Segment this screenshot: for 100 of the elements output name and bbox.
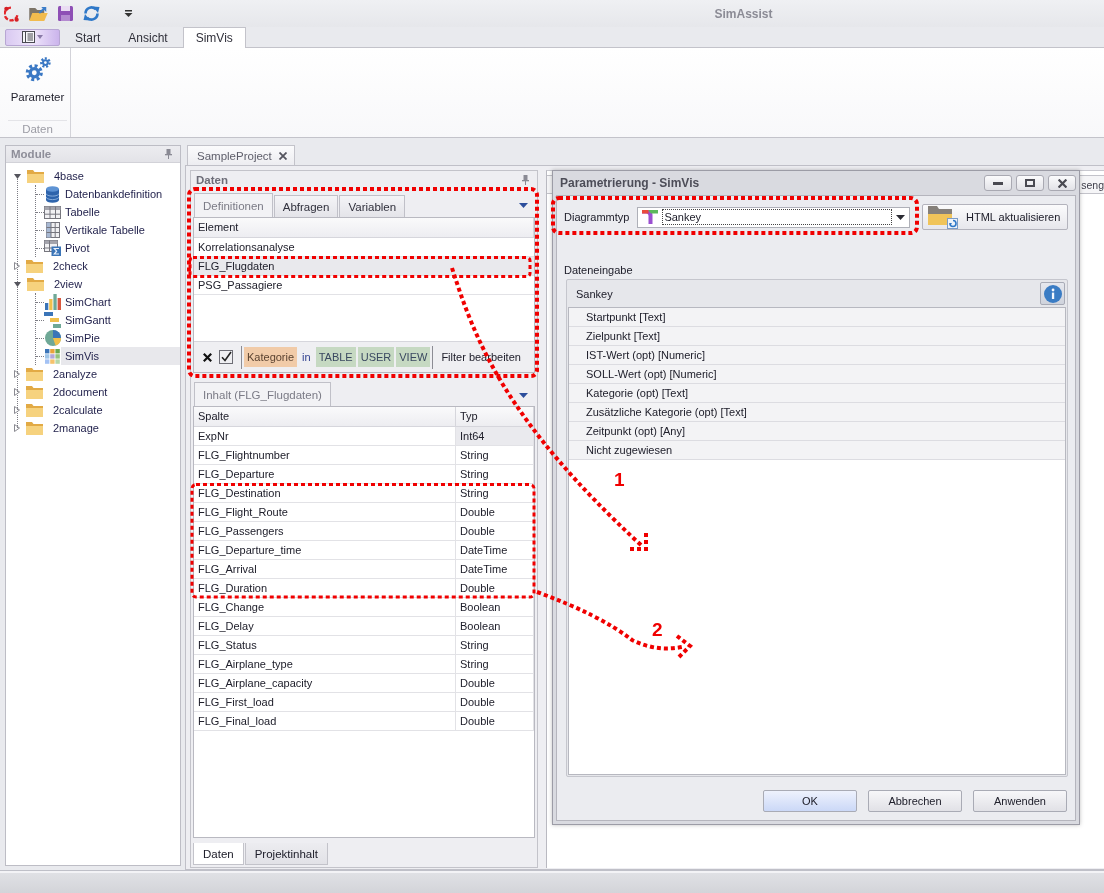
table-cell: String xyxy=(456,465,534,484)
tree-item[interactable]: 2manage xyxy=(49,419,103,437)
tree-item[interactable]: Vertikale Tabelle xyxy=(61,221,180,239)
panel-tab[interactable]: Projektinhalt xyxy=(244,843,328,865)
save-icon[interactable] xyxy=(58,6,73,21)
table-cell: FLG_Flightnumber xyxy=(194,446,456,465)
app-logo-icon[interactable] xyxy=(4,5,19,22)
pin-icon[interactable] xyxy=(165,149,172,159)
tree-item[interactable]: SimPie xyxy=(61,329,180,347)
gantt-chart-icon xyxy=(44,312,61,328)
chart-type-dropdown[interactable]: Sankey xyxy=(637,206,910,228)
panel-title: Daten xyxy=(196,173,228,186)
tree-item[interactable]: 2analyze xyxy=(49,365,102,383)
table-cell: FLG_Airplane_type xyxy=(194,655,456,674)
info-icon xyxy=(1043,284,1062,303)
refresh-icon[interactable] xyxy=(83,6,100,21)
field-item[interactable]: Kategorie (opt) [Text] xyxy=(569,384,1065,403)
app-menu-button[interactable] xyxy=(5,28,60,46)
annotation-number: 1 xyxy=(614,470,625,489)
dialog-title: Parametrierung - SimVis xyxy=(560,176,700,190)
caret-icon[interactable] xyxy=(124,10,133,17)
field-item[interactable]: Zusätzliche Kategorie (opt) [Text] xyxy=(569,403,1065,422)
field-item[interactable]: SOLL-Wert (opt) [Numeric] xyxy=(569,365,1065,384)
ribbon-button[interactable]: Parameter xyxy=(8,54,67,106)
ribbon-tab[interactable]: Ansicht xyxy=(115,27,181,47)
document-tab-label: SampleProject xyxy=(197,149,272,162)
field-item[interactable]: IST-Wert (opt) [Numeric] xyxy=(569,346,1065,365)
close-button[interactable] xyxy=(1048,175,1076,191)
caret-right-icon[interactable] xyxy=(14,424,20,432)
tree-item[interactable]: 2check xyxy=(49,257,92,275)
column-header[interactable]: Spalte xyxy=(194,407,456,427)
caret-right-icon[interactable] xyxy=(14,262,20,270)
tree-item[interactable]: 2document xyxy=(49,383,112,401)
folder-icon xyxy=(26,367,43,381)
field-item[interactable]: Startpunkt [Text] xyxy=(569,308,1065,327)
tab-label: seng xyxy=(1081,178,1104,191)
field-item[interactable]: Zeitpunkt (opt) [Any] xyxy=(569,422,1065,441)
table-cell: DateTime xyxy=(456,541,534,560)
caret-right-icon[interactable] xyxy=(14,406,20,414)
column-header[interactable]: Typ xyxy=(456,407,534,427)
table-cell: FLG_First_load xyxy=(194,693,456,712)
tree-item[interactable]: Pivot xyxy=(61,239,180,257)
column-header[interactable]: Element xyxy=(194,218,534,238)
ribbon-tab[interactable]: Start xyxy=(62,27,114,47)
tree-item[interactable]: SimGantt xyxy=(61,311,180,329)
panel-tab[interactable]: Variablen xyxy=(339,195,406,217)
gears-icon xyxy=(24,57,51,82)
folder-icon xyxy=(26,385,43,399)
minimize-button[interactable] xyxy=(984,175,1012,191)
field-item[interactable]: Nicht zugewiesen xyxy=(569,441,1065,460)
open-folder-icon[interactable] xyxy=(29,6,48,21)
tree-item[interactable]: 2view xyxy=(50,275,87,293)
dialog-button[interactable]: OK xyxy=(763,790,857,812)
caret-right-icon[interactable] xyxy=(14,370,20,378)
tree-item[interactable]: SimChart xyxy=(61,293,180,311)
table-cell: FLG_Departure xyxy=(194,465,456,484)
clear-filter-icon[interactable] xyxy=(203,352,212,362)
panel-tab[interactable]: Daten xyxy=(193,843,244,865)
close-icon[interactable] xyxy=(279,151,287,160)
info-button[interactable] xyxy=(1040,282,1065,305)
table-icon xyxy=(45,222,60,238)
maximize-button[interactable] xyxy=(1016,175,1044,191)
panel-tab[interactable]: Abfragen xyxy=(273,195,339,217)
caret-right-icon[interactable] xyxy=(14,388,20,396)
dropdown-arrow-icon[interactable] xyxy=(519,202,528,208)
table-cell: Double xyxy=(456,693,534,712)
minimize-icon xyxy=(993,181,1003,185)
group-title: Sankey xyxy=(576,287,613,300)
caret-down-icon[interactable] xyxy=(14,281,21,287)
table-cell: FLG_Passengers xyxy=(194,522,456,541)
tree-item[interactable]: Tabelle xyxy=(61,203,180,221)
table-cell: Double xyxy=(456,522,534,541)
html-refresh-button[interactable]: HTML aktualisieren xyxy=(922,204,1068,230)
tile-grid-icon xyxy=(45,348,60,364)
table-cell: ExpNr xyxy=(194,427,456,446)
tree-item[interactable]: 4base xyxy=(50,167,88,185)
ribbon-group-label: Daten xyxy=(8,120,67,137)
table-cell: FLG_Destination xyxy=(194,484,456,503)
caret-down-icon[interactable] xyxy=(14,173,21,179)
close-icon[interactable] xyxy=(1057,178,1067,188)
tree-item[interactable]: SimVis xyxy=(61,347,180,365)
dialog-button[interactable]: Abbrechen xyxy=(868,790,962,812)
tree-item[interactable]: Datenbankdefinition xyxy=(61,185,180,203)
field-item[interactable]: Zielpunkt [Text] xyxy=(569,327,1065,346)
table-cell: Int64 xyxy=(456,427,534,446)
dropdown-arrow-icon[interactable] xyxy=(519,393,528,398)
document-tab[interactable]: SampleProject xyxy=(187,145,295,165)
bar-chart-icon xyxy=(44,294,61,310)
checkbox[interactable] xyxy=(219,350,233,364)
pie-chart-icon xyxy=(44,330,61,346)
table-cell: String xyxy=(456,446,534,465)
tree-item[interactable]: 2calculate xyxy=(49,401,107,419)
ribbon-tab[interactable]: SimVis xyxy=(182,27,246,48)
table-cell: FLG_Flight_Route xyxy=(194,503,456,522)
pin-icon[interactable] xyxy=(522,174,529,185)
edit-filter-link[interactable]: Filter bearbeiten xyxy=(441,351,521,363)
dialog-button[interactable]: Anwenden xyxy=(973,790,1067,812)
section-label: Dateneingabe xyxy=(564,263,634,277)
panel-tab[interactable]: Inhalt (FLG_Flugdaten) xyxy=(194,382,331,406)
panel-tab[interactable]: Definitionen xyxy=(194,193,273,217)
